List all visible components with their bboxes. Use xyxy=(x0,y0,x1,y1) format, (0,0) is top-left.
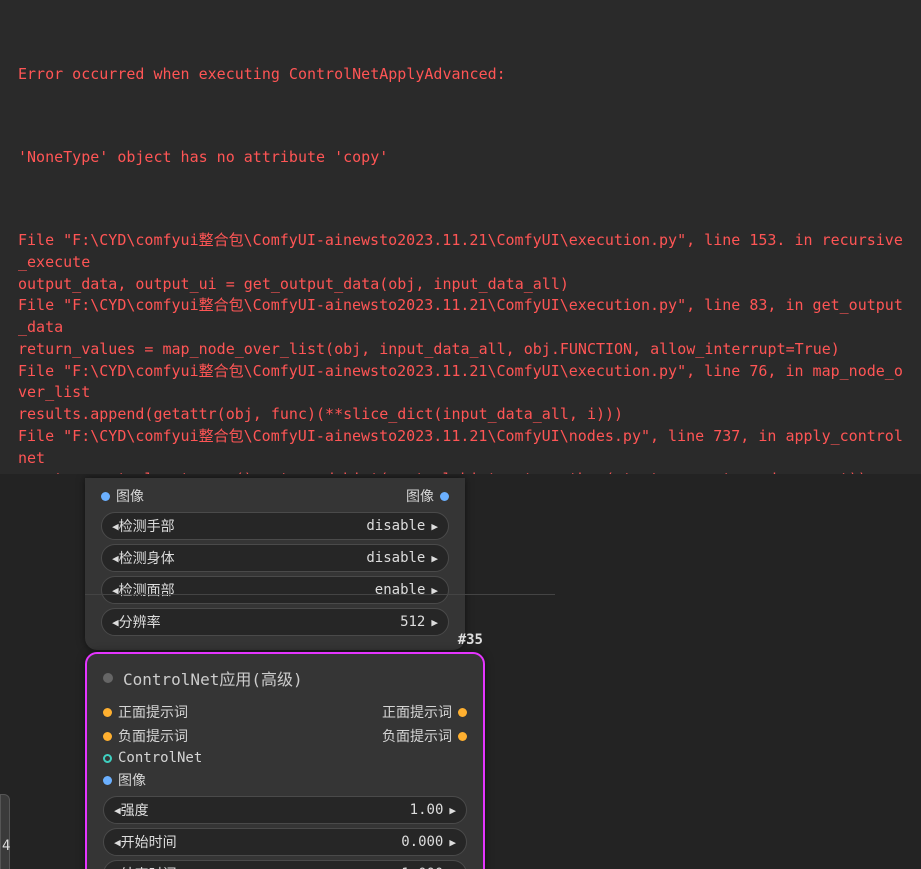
io-row: 图像 xyxy=(95,768,475,792)
chevron-right-icon[interactable] xyxy=(449,836,456,849)
chevron-left-icon[interactable] xyxy=(112,616,119,629)
node-title-bar[interactable]: ControlNet应用(高级) xyxy=(95,660,475,700)
widget-label: 强度 xyxy=(121,800,410,820)
output-label: 正面提示词 xyxy=(382,702,452,722)
chevron-left-icon[interactable] xyxy=(114,836,121,849)
sidebar-handle[interactable] xyxy=(0,794,10,869)
io-row: 正面提示词 正面提示词 xyxy=(95,700,475,724)
input-port-image[interactable] xyxy=(103,776,112,785)
input-port-controlnet[interactable] xyxy=(103,754,112,763)
widget-label: 检测手部 xyxy=(119,516,367,536)
widget-label: 分辨率 xyxy=(119,612,400,632)
chevron-right-icon[interactable] xyxy=(431,616,438,629)
input-label: 正面提示词 xyxy=(118,702,188,722)
node-title-text: ControlNet应用(高级) xyxy=(123,666,303,690)
widget-strength[interactable]: 强度 1.00 xyxy=(103,796,467,824)
chevron-left-icon[interactable] xyxy=(112,520,119,533)
chevron-left-icon[interactable] xyxy=(112,584,119,597)
io-row: ControlNet xyxy=(95,748,475,768)
chevron-right-icon[interactable] xyxy=(431,520,438,533)
output-port-negative[interactable] xyxy=(458,732,467,741)
io-row: 负面提示词 负面提示词 xyxy=(95,724,475,748)
widget-value: 512 xyxy=(400,614,425,630)
widget-resolution[interactable]: 分辨率 512 xyxy=(101,608,449,636)
output-port-image[interactable] xyxy=(440,492,449,501)
collapse-dot-icon[interactable] xyxy=(103,673,113,683)
chevron-right-icon[interactable] xyxy=(449,804,456,817)
widget-value: 0.000 xyxy=(401,834,443,850)
widget-label: 检测面部 xyxy=(119,580,375,600)
io-row: 图像 图像 xyxy=(93,484,457,508)
controlnet-apply-node[interactable]: #35 ControlNet应用(高级) 正面提示词 正面提示词 负面提示词 负… xyxy=(85,652,485,869)
error-message: 'NoneType' object has no attribute 'copy… xyxy=(18,147,903,169)
widget-value: disable xyxy=(366,550,425,566)
output-port-positive[interactable] xyxy=(458,708,467,717)
widget-start[interactable]: 开始时间 0.000 xyxy=(103,828,467,856)
input-label: 负面提示词 xyxy=(118,726,188,746)
error-panel: Error occurred when executing ControlNet… xyxy=(0,0,921,525)
widget-value: enable xyxy=(375,582,426,598)
widget-label: 结束时间 xyxy=(121,864,402,869)
widget-detect-body[interactable]: 检测身体 disable xyxy=(101,544,449,572)
error-title: Error occurred when executing ControlNet… xyxy=(18,64,903,86)
error-trace: File "F:\CYD\comfyui整合包\ComfyUI-ainewsto… xyxy=(18,230,903,491)
chevron-right-icon[interactable] xyxy=(431,552,438,565)
widget-detect-face[interactable]: 检测面部 enable xyxy=(101,576,449,604)
chevron-left-icon[interactable] xyxy=(114,804,121,817)
widget-label: 检测身体 xyxy=(119,548,367,568)
widget-value: 1.00 xyxy=(410,802,444,818)
preprocessor-node[interactable]: 图像 图像 检测手部 disable 检测身体 disable 检测面部 ena… xyxy=(85,478,465,650)
output-label: 负面提示词 xyxy=(382,726,452,746)
widget-label: 开始时间 xyxy=(121,832,402,852)
input-label: 图像 xyxy=(118,770,146,790)
output-label-image: 图像 xyxy=(406,486,434,506)
input-port-negative[interactable] xyxy=(103,732,112,741)
node-count-label: 4 xyxy=(2,838,10,854)
chevron-right-icon[interactable] xyxy=(431,584,438,597)
input-port-positive[interactable] xyxy=(103,708,112,717)
node-canvas[interactable]: 图像 图像 检测手部 disable 检测身体 disable 检测面部 ena… xyxy=(0,474,921,869)
widget-value: disable xyxy=(366,518,425,534)
input-label-image: 图像 xyxy=(116,486,144,506)
widget-detect-hand[interactable]: 检测手部 disable xyxy=(101,512,449,540)
node-id-badge: #35 xyxy=(458,632,483,648)
chevron-left-icon[interactable] xyxy=(112,552,119,565)
input-port-image[interactable] xyxy=(101,492,110,501)
widget-end[interactable]: 结束时间 1.000 xyxy=(103,860,467,869)
input-label: ControlNet xyxy=(118,750,202,766)
